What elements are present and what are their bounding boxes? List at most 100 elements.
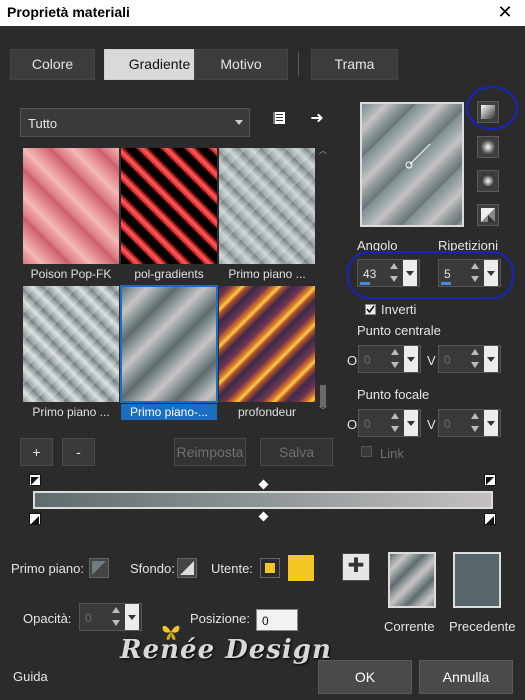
reset-button[interactable]: Reimposta: [174, 438, 246, 466]
arrow-right-icon[interactable]: ➜: [306, 108, 328, 130]
gallery-item-label: Primo piano-...: [121, 404, 217, 420]
gradient-thumbnail: [120, 285, 218, 403]
previous-label: Precedente: [449, 619, 516, 634]
stepper-arrows[interactable]: [388, 410, 420, 436]
background-label: Sfondo:: [130, 561, 175, 576]
butterfly-icon: [162, 625, 180, 640]
scrollbar-thumb[interactable]: [320, 385, 326, 407]
window-title: Proprietà materiali: [7, 4, 130, 20]
tab-divider: [298, 52, 299, 76]
gradient-thumbnail: [121, 148, 217, 264]
category-dropdown[interactable]: Tutto: [20, 108, 250, 137]
annotation-ring: [466, 86, 518, 130]
gallery-scrollbar[interactable]: ︿ ﹀: [318, 145, 328, 418]
position-label: Posizione:: [190, 611, 250, 626]
background-chip[interactable]: [177, 558, 197, 578]
plus-icon[interactable]: ✚: [342, 553, 370, 581]
color-stop-top-right[interactable]: [484, 474, 496, 486]
category-value: Tutto: [28, 116, 58, 131]
center-v-value: 0: [444, 353, 451, 367]
gallery-item[interactable]: Poison Pop-FK: [23, 148, 119, 281]
gallery-item-label: Poison Pop-FK: [30, 267, 112, 281]
sunburst-style-icon[interactable]: [477, 204, 499, 226]
ok-button[interactable]: OK: [318, 660, 412, 694]
focal-v-label: V: [427, 417, 436, 432]
gradient-thumbnail: [219, 286, 315, 402]
gradient-thumbnail: [23, 286, 119, 402]
gallery-item[interactable]: profondeur: [219, 286, 315, 419]
stepper-arrows[interactable]: [468, 346, 500, 372]
focal-point-label: Punto focale: [357, 387, 430, 402]
cancel-button[interactable]: Annulla: [419, 660, 513, 694]
position-value: 0: [262, 614, 269, 628]
center-h-label: O: [347, 353, 358, 368]
tab-trama[interactable]: Trama: [311, 49, 398, 80]
help-link[interactable]: Guida: [13, 669, 48, 684]
gallery-item-selected[interactable]: Primo piano-...: [120, 285, 218, 420]
gradient-thumbnail: [219, 148, 315, 264]
tab-motivo[interactable]: Motivo: [194, 49, 288, 80]
center-h-stepper[interactable]: 0: [358, 345, 421, 373]
tab-colore[interactable]: Colore: [10, 49, 95, 80]
opacity-label: Opacità:: [23, 611, 72, 626]
watermark-logo: Renée Design: [120, 625, 332, 665]
gradient-thumbnail: [23, 148, 119, 264]
focal-v-stepper[interactable]: 0: [438, 409, 501, 437]
gallery-item-label: Primo piano ...: [228, 267, 306, 281]
invert-label: Inverti: [381, 302, 417, 317]
opacity-value: 0: [85, 611, 92, 625]
midpoint-top[interactable]: [258, 479, 269, 490]
gallery-item-label: profondeur: [237, 405, 297, 419]
center-point-label: Punto centrale: [357, 323, 441, 338]
focal-h-stepper[interactable]: 0: [358, 409, 421, 437]
add-button[interactable]: +: [20, 438, 53, 466]
gallery-item[interactable]: Primo piano ...: [23, 286, 119, 419]
chevron-down-icon: [235, 120, 243, 125]
radial-style-icon[interactable]: [477, 170, 499, 192]
gallery-item[interactable]: Primo piano ...: [219, 148, 315, 281]
gallery-item[interactable]: pol-gradients: [121, 148, 217, 281]
midpoint-bottom[interactable]: [258, 511, 269, 522]
watermark-text: Renée Design: [120, 635, 332, 665]
rectangular-style-icon[interactable]: [477, 136, 499, 158]
invert-checkbox[interactable]: [365, 304, 376, 315]
annotation-ring: [347, 251, 514, 299]
opacity-stepper[interactable]: 0: [79, 603, 142, 631]
gallery-item-label: pol-gradients: [134, 267, 204, 281]
chevron-down-icon[interactable]: ﹀: [318, 405, 328, 416]
focal-h-label: O: [347, 417, 358, 432]
focal-h-value: 0: [364, 417, 371, 431]
close-icon[interactable]: ✕: [485, 0, 525, 26]
remove-button[interactable]: -: [62, 438, 95, 466]
center-h-value: 0: [364, 353, 371, 367]
link-checkbox[interactable]: [361, 446, 372, 457]
gallery-item-label: Primo piano ...: [32, 405, 110, 419]
color-stop-top-left[interactable]: [29, 474, 41, 486]
link-label: Link: [380, 446, 404, 461]
color-stop-bottom-left[interactable]: [29, 513, 41, 525]
center-v-stepper[interactable]: 0: [438, 345, 501, 373]
stepper-arrows[interactable]: [109, 604, 141, 630]
user-color-swatch[interactable]: [288, 555, 314, 581]
previous-swatch[interactable]: [453, 552, 501, 608]
current-swatch[interactable]: [388, 552, 436, 608]
color-stop-bottom-right[interactable]: [484, 513, 496, 525]
gradient-preview[interactable]: [360, 102, 464, 227]
user-color-chip[interactable]: [260, 558, 280, 578]
gradient-bar[interactable]: [33, 491, 493, 509]
user-label: Utente:: [211, 561, 253, 576]
stepper-arrows[interactable]: [388, 346, 420, 372]
foreground-chip[interactable]: [89, 558, 109, 578]
title-bar: Proprietà materiali ✕: [0, 0, 525, 26]
user-color-fill: [265, 563, 275, 573]
foreground-label: Primo piano:: [11, 561, 84, 576]
center-v-label: V: [427, 353, 436, 368]
gradient-gallery: Poison Pop-FK pol-gradients Primo piano …: [20, 145, 318, 420]
library-icon[interactable]: [268, 110, 290, 132]
stepper-arrows[interactable]: [468, 410, 500, 436]
focal-v-value: 0: [444, 417, 451, 431]
save-button[interactable]: Salva: [260, 438, 333, 466]
position-input[interactable]: 0: [256, 609, 298, 631]
chevron-up-icon[interactable]: ︿: [318, 145, 328, 156]
current-label: Corrente: [384, 619, 435, 634]
